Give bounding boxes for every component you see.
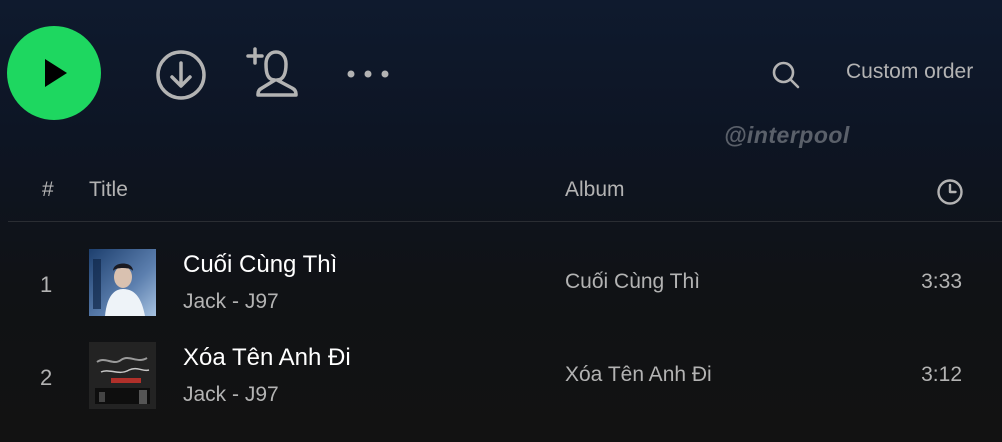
track-list-header: # Title Album [8,168,1002,222]
more-horizontal-icon [347,70,389,78]
header-title[interactable]: Title [89,178,128,202]
download-circle-icon [156,50,206,100]
download-button[interactable] [154,48,208,102]
track-duration: 3:12 [921,363,962,386]
play-icon [45,59,67,87]
search-button[interactable] [768,58,804,92]
clock-icon [937,179,963,205]
header-album[interactable]: Album [565,178,625,202]
add-user-icon [246,47,298,97]
search-icon [772,61,800,89]
track-row[interactable]: 1 Cuối Cùng Thì Jack - J97 Cuối Cùng Thì… [8,238,1002,328]
album-art [89,249,156,316]
follow-button[interactable] [244,44,304,100]
album-art [89,342,156,409]
track-album[interactable]: Xóa Tên Anh Đi [565,363,712,387]
track-title[interactable]: Xóa Tên Anh Đi [183,344,351,372]
track-number: 2 [40,365,53,390]
sort-order-button[interactable]: Custom order [846,60,973,90]
track-artist[interactable]: Jack - J97 [183,383,279,407]
header-duration[interactable] [936,178,964,212]
track-artist[interactable]: Jack - J97 [183,290,279,314]
action-bar: Custom order [0,0,1002,148]
more-button[interactable] [344,60,392,88]
track-album[interactable]: Cuối Cùng Thì [565,270,700,294]
track-duration: 3:33 [921,270,962,293]
track-number: 1 [40,272,53,297]
watermark: @interpool [724,122,850,148]
track-row[interactable]: 2 Xóa Tên Anh Đi Jack - J97 Xóa Tên Anh … [8,331,1002,421]
header-number: # [42,178,54,201]
track-title[interactable]: Cuối Cùng Thì [183,251,337,279]
play-button[interactable] [7,26,101,120]
